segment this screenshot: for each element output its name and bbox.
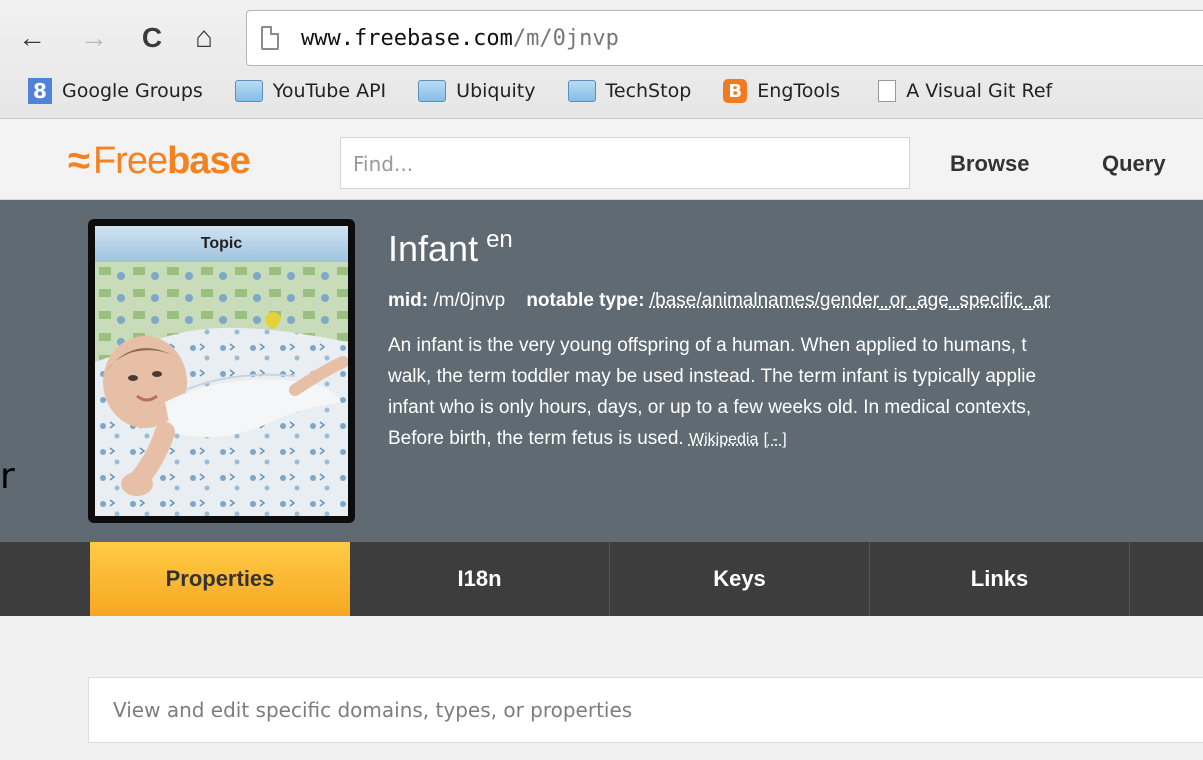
document-icon xyxy=(878,80,896,102)
bookmark-techstop[interactable]: TechStop xyxy=(568,80,692,102)
forward-arrow-icon[interactable]: → xyxy=(76,18,112,58)
bookmark-label: Ubiquity xyxy=(456,80,535,102)
infant-photo[interactable] xyxy=(95,262,348,516)
property-filter-input[interactable]: View and edit specific domains, types, o… xyxy=(88,677,1203,743)
mid-value: /m/0jnvp xyxy=(433,290,505,311)
back-arrow-icon[interactable]: ← xyxy=(14,18,50,58)
notable-type-link[interactable]: /base/animalnames/gender_or_age_specific… xyxy=(650,290,1050,311)
bookmark-label: TechStop xyxy=(606,80,692,102)
tab-links[interactable]: Links xyxy=(870,542,1130,616)
browser-toolbar: ← → C ⌂ www.freebase.com/m/0jnvp 8 Googl… xyxy=(0,0,1203,119)
topic-title: Infant en xyxy=(388,228,513,270)
topic-language[interactable]: en xyxy=(486,226,513,253)
mid-label: mid: xyxy=(388,290,428,311)
description-line-last: Before birth, the term fetus is used. Wi… xyxy=(388,423,1203,455)
topic-meta: mid: /m/0jnvp notable type: /base/animal… xyxy=(388,290,1050,312)
nav-browse[interactable]: Browse xyxy=(950,151,1029,177)
description-line: infant who is only hours, days, or up to… xyxy=(388,392,1203,423)
site-header: ≈ Free base Find... Browse Query xyxy=(0,119,1203,200)
bookmark-google-groups[interactable]: 8 Google Groups xyxy=(30,78,203,104)
tab-keys[interactable]: Keys xyxy=(610,542,870,616)
reload-icon[interactable]: C xyxy=(134,18,170,58)
nav-query[interactable]: Query xyxy=(1102,151,1166,177)
bookmark-visual-git-ref[interactable]: A Visual Git Ref xyxy=(872,80,1052,102)
topic-description: An infant is the very young offspring of… xyxy=(388,330,1203,455)
address-bar[interactable]: www.freebase.com/m/0jnvp xyxy=(246,10,1203,66)
description-line: An infant is the very young offspring of… xyxy=(388,330,1203,361)
home-icon[interactable]: ⌂ xyxy=(186,18,222,58)
search-input[interactable]: Find... xyxy=(340,137,910,189)
folder-icon xyxy=(418,80,446,102)
page-icon xyxy=(261,26,279,50)
folder-icon xyxy=(235,80,263,102)
bookmarks-bar: 8 Google Groups YouTube API Ubiquity Tec… xyxy=(0,68,1203,114)
bookmark-label: EngTools xyxy=(757,80,840,102)
cropped-text-fragment: r xyxy=(0,456,15,497)
logo-base: base xyxy=(167,140,250,183)
bookmark-engtools[interactable]: B EngTools xyxy=(723,79,840,103)
logo-free: Free xyxy=(93,140,167,183)
topic-title-text: Infant xyxy=(388,228,478,269)
url-path: /m/0jnvp xyxy=(513,26,619,51)
description-line: Before birth, the term fetus is used. xyxy=(388,428,684,449)
collapse-link[interactable]: [ - ] xyxy=(764,431,787,448)
description-line: walk, the term toddler may be used inste… xyxy=(388,361,1203,392)
bookmark-ubiquity[interactable]: Ubiquity xyxy=(418,80,535,102)
folder-icon xyxy=(568,80,596,102)
bookmark-label: A Visual Git Ref xyxy=(906,80,1052,102)
bookmark-label: YouTube API xyxy=(273,80,386,102)
url-text[interactable]: www.freebase.com/m/0jnvp xyxy=(301,26,619,51)
blogger-icon: B xyxy=(723,79,747,103)
tab-properties[interactable]: Properties xyxy=(90,542,350,616)
freebase-logo[interactable]: ≈ Free base xyxy=(68,139,250,184)
bookmark-label: Google Groups xyxy=(62,80,203,102)
url-host: www.freebase.com xyxy=(301,26,513,51)
tab-i18n[interactable]: I18n xyxy=(350,542,610,616)
google-groups-icon: 8 xyxy=(28,78,52,104)
freebase-mark-icon: ≈ xyxy=(68,139,89,184)
notable-type-label: notable type: xyxy=(526,290,644,311)
bookmark-youtube-api[interactable]: YouTube API xyxy=(235,80,386,102)
wikipedia-link[interactable]: Wikipedia xyxy=(689,431,758,448)
thumbnail-label: Topic xyxy=(95,226,348,262)
